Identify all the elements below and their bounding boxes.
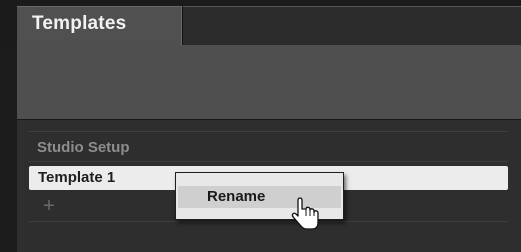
- templates-header-panel: [17, 45, 521, 120]
- divider: [29, 131, 508, 132]
- hand-pointer-icon: [291, 197, 319, 230]
- tab-templates[interactable]: Templates: [17, 6, 182, 45]
- section-title: Studio Setup: [37, 139, 130, 156]
- divider: [29, 161, 508, 162]
- tab-templates-label: Templates: [32, 13, 127, 34]
- plus-icon[interactable]: +: [40, 196, 58, 216]
- template-row-label: Template 1: [38, 169, 116, 186]
- tab-bar: Templates: [0, 0, 521, 45]
- context-menu-item-label: Rename: [207, 188, 266, 205]
- tab-bar-empty-area: [182, 6, 521, 45]
- divider: [29, 221, 508, 222]
- left-edge: [0, 45, 17, 252]
